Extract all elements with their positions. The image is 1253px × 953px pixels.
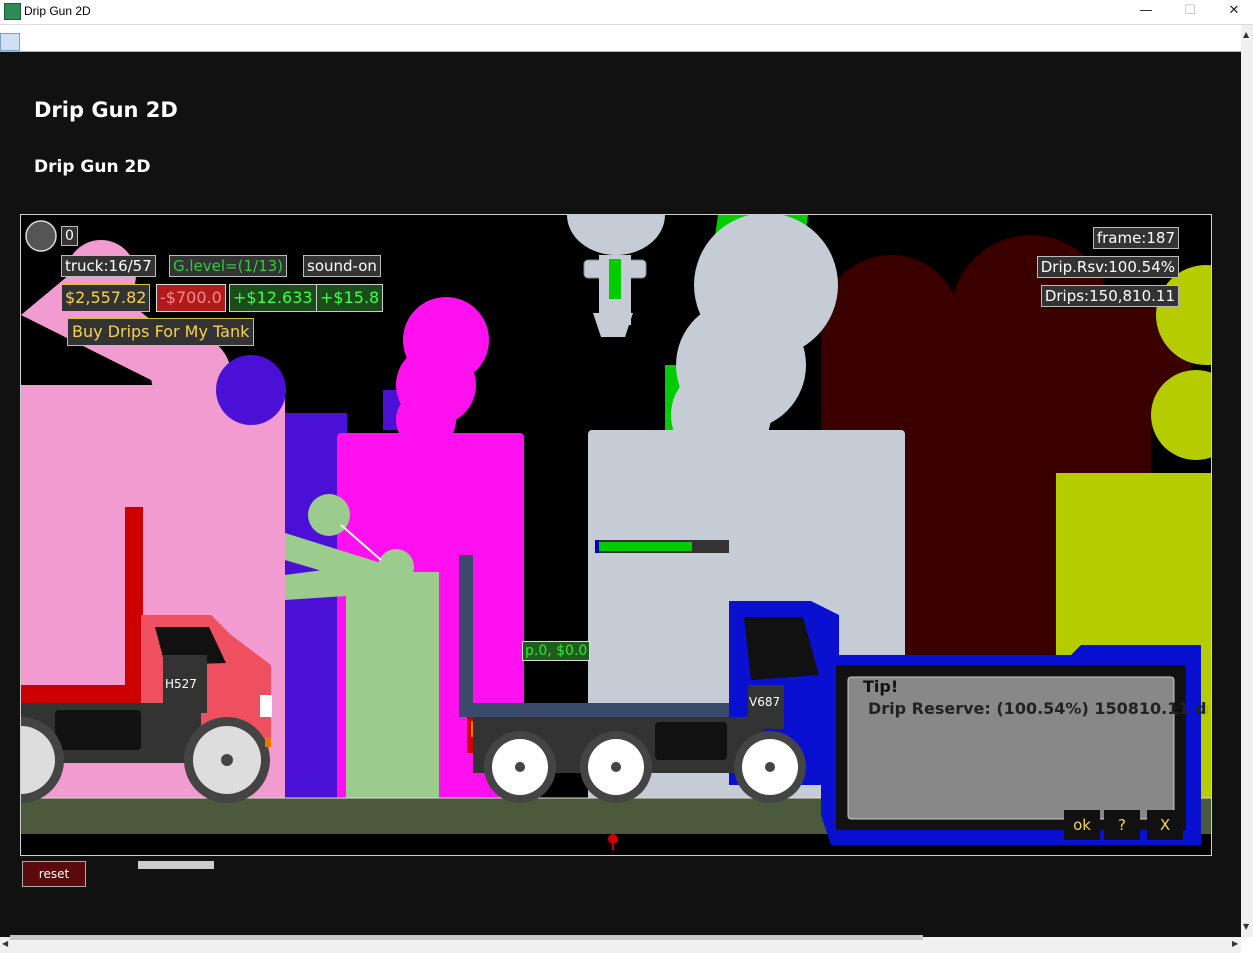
tip-ok-button[interactable]: ok [1064,810,1100,840]
drip-gun-nozzle [567,215,665,337]
truck-plate-h527: H527 [165,677,197,691]
tip-dialog [821,645,1201,845]
gun-level-bar [595,540,729,553]
tab-strip [0,25,1241,54]
page-title: Drip Gun 2D [34,98,178,122]
page-subtitle: Drip Gun 2D [34,157,151,177]
app-icon [4,3,21,20]
buy-drips-button[interactable]: Buy Drips For My Tank [67,318,255,346]
scroll-down-icon[interactable]: ▼ [1243,922,1249,931]
speed-slider[interactable] [138,861,214,869]
truck-plate-v687: V687 [749,695,781,709]
frame-counter: frame:187 [1092,227,1179,249]
drip-marker [608,834,618,850]
window-titlebar [0,0,1253,25]
gun-level-fill [597,542,692,551]
tab-handle[interactable] [0,33,20,51]
minimize-icon[interactable]: — [1124,0,1168,24]
scroll-left-icon[interactable]: ◀ [2,939,8,948]
vertical-scrollbar[interactable] [1241,25,1253,937]
window-title: Drip Gun 2D [24,4,91,18]
ball-count: 0 [61,226,78,246]
tip-close-button[interactable]: X [1147,810,1183,840]
money-balance: $2,557.82 [61,284,151,312]
game-canvas[interactable]: 0 truck:16/57 G.level=(1/13) sound-on $2… [20,214,1212,856]
horizontal-scroll-thumb[interactable] [10,935,923,940]
scroll-up-icon[interactable]: ▲ [1243,30,1249,39]
drips-count: Drips:150,810.11 [1040,285,1179,307]
tip-help-button[interactable]: ? [1104,810,1140,840]
ball-indicator [25,220,57,252]
sound-toggle[interactable]: sound-on [303,255,381,277]
g-level: G.level=(1/13) [169,255,288,277]
maximize-icon[interactable]: ☐ [1168,0,1212,24]
tip-message: Drip Reserve: (100.54%) 150810.11 drips [868,699,1208,718]
loss-amount: -$700.0 [156,284,226,312]
scroll-right-icon[interactable]: ▶ [1232,939,1238,948]
gain-amount-1: +$12.633 [229,284,317,312]
truck-counter: truck:16/57 [61,255,156,277]
drip-reserve: Drip.Rsv:100.54% [1036,256,1179,278]
gun-label: p.0, $0.0 [522,641,591,661]
gain-amount-2: +$15.8 [316,284,384,312]
reset-button[interactable]: reset [22,861,86,887]
close-icon[interactable]: ✕ [1212,0,1253,24]
tip-title: Tip! [863,677,899,696]
